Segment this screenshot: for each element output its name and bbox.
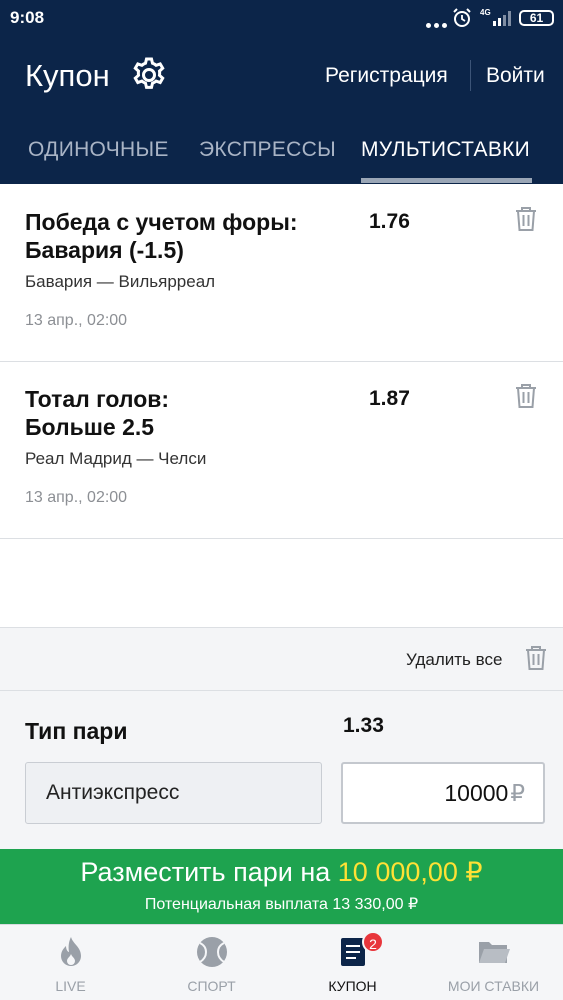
header-divider	[470, 60, 471, 91]
tennis-ball-icon	[196, 937, 227, 967]
app-header: Купон Регистрация Войти ОДИНОЧНЫЕ ЭКСПРЕ…	[0, 36, 563, 184]
bet-market-line2: Бавария (-1.5)	[25, 237, 184, 263]
nav-label: КУПОН	[328, 978, 377, 994]
fire-icon	[60, 937, 81, 966]
bet-date: 13 апр., 02:00	[25, 312, 128, 329]
currency-symbol: ₽	[510, 780, 525, 806]
nav-label: LIVE	[55, 978, 86, 994]
bet-date: 13 апр., 02:00	[25, 489, 128, 506]
place-bet-amount: 10 000,00 ₽	[337, 857, 483, 887]
divider	[0, 690, 563, 691]
status-time: 9:08	[10, 8, 45, 27]
potential-payout: Потенциальная выплата 13 330,00 ₽	[144, 896, 419, 913]
alarm-clock-icon	[453, 8, 471, 27]
bet-type-label: Тип пари	[25, 718, 128, 744]
bet-match: Реал Мадрид — Челси	[25, 449, 207, 468]
folder-icon	[478, 942, 510, 963]
bet-market-line1: Тотал голов:	[25, 386, 170, 412]
stake-amount-input[interactable]: 10000₽	[341, 762, 545, 824]
gear-icon[interactable]	[130, 56, 168, 94]
coupon-badge: 2	[362, 931, 384, 953]
nav-label: СПОРТ	[187, 978, 236, 994]
bet-market: Победа с учетом форы: Бавария (-1.5)	[25, 208, 325, 264]
stake-amount-value: 10000	[444, 780, 509, 806]
place-bet-button[interactable]: Разместить пари на 10 000,00 ₽ Потенциал…	[0, 849, 563, 924]
network-label: 4G	[480, 8, 491, 17]
coupon-summary: Удалить все Тип пари 1.33 Антиэкспресс 1…	[0, 627, 563, 849]
total-odds: 1.33	[343, 714, 384, 737]
bet-match: Бавария — Вильярреал	[25, 272, 216, 291]
more-dots-icon	[426, 15, 450, 33]
bet-market-line1: Победа с учетом форы:	[25, 209, 298, 235]
bet-market: Тотал голов: Больше 2.5	[25, 385, 325, 441]
delete-all-button[interactable]: Удалить все	[406, 650, 502, 670]
status-bar: 9:08 4G 61	[0, 0, 563, 36]
place-bet-label: Разместить пари на 10 000,00 ₽	[0, 857, 563, 888]
place-bet-prefix: Разместить пари на	[80, 857, 331, 887]
bet-type-select[interactable]: Антиэкспресс	[25, 762, 322, 824]
bet-odds: 1.87	[369, 387, 410, 410]
bet-item: Победа с учетом форы: Бавария (-1.5) 1.7…	[0, 184, 563, 362]
tab-singles[interactable]: ОДИНОЧНЫЕ	[28, 138, 169, 162]
trash-icon[interactable]	[525, 645, 547, 671]
trash-icon[interactable]	[514, 383, 538, 409]
bet-odds: 1.76	[369, 210, 410, 233]
bet-type-tabs: ОДИНОЧНЫЕ ЭКСПРЕССЫ МУЛЬТИСТАВКИ	[0, 134, 563, 184]
login-link[interactable]: Войти	[486, 64, 545, 88]
bottom-nav: LIVE СПОРТ 2 КУПОН МОИ СТАВКИ	[0, 924, 563, 1000]
bet-item: Тотал голов: Больше 2.5 1.87 Реал Мадрид…	[0, 361, 563, 539]
nav-live[interactable]: LIVE	[0, 925, 141, 1000]
battery-icon: 61	[519, 10, 554, 26]
trash-icon[interactable]	[514, 206, 538, 232]
nav-coupon[interactable]: 2 КУПОН	[282, 925, 423, 1000]
active-tab-indicator	[361, 178, 532, 183]
nav-my-bets[interactable]: МОИ СТАВКИ	[423, 925, 563, 1000]
tab-express[interactable]: ЭКСПРЕССЫ	[199, 138, 336, 162]
tab-multibets[interactable]: МУЛЬТИСТАВКИ	[361, 138, 530, 162]
register-link[interactable]: Регистрация	[325, 64, 448, 88]
page-title: Купон	[25, 58, 110, 93]
signal-icon	[493, 11, 511, 26]
nav-label: МОИ СТАВКИ	[447, 978, 540, 994]
bet-market-line2: Больше 2.5	[25, 414, 155, 440]
nav-sport[interactable]: СПОРТ	[141, 925, 282, 1000]
